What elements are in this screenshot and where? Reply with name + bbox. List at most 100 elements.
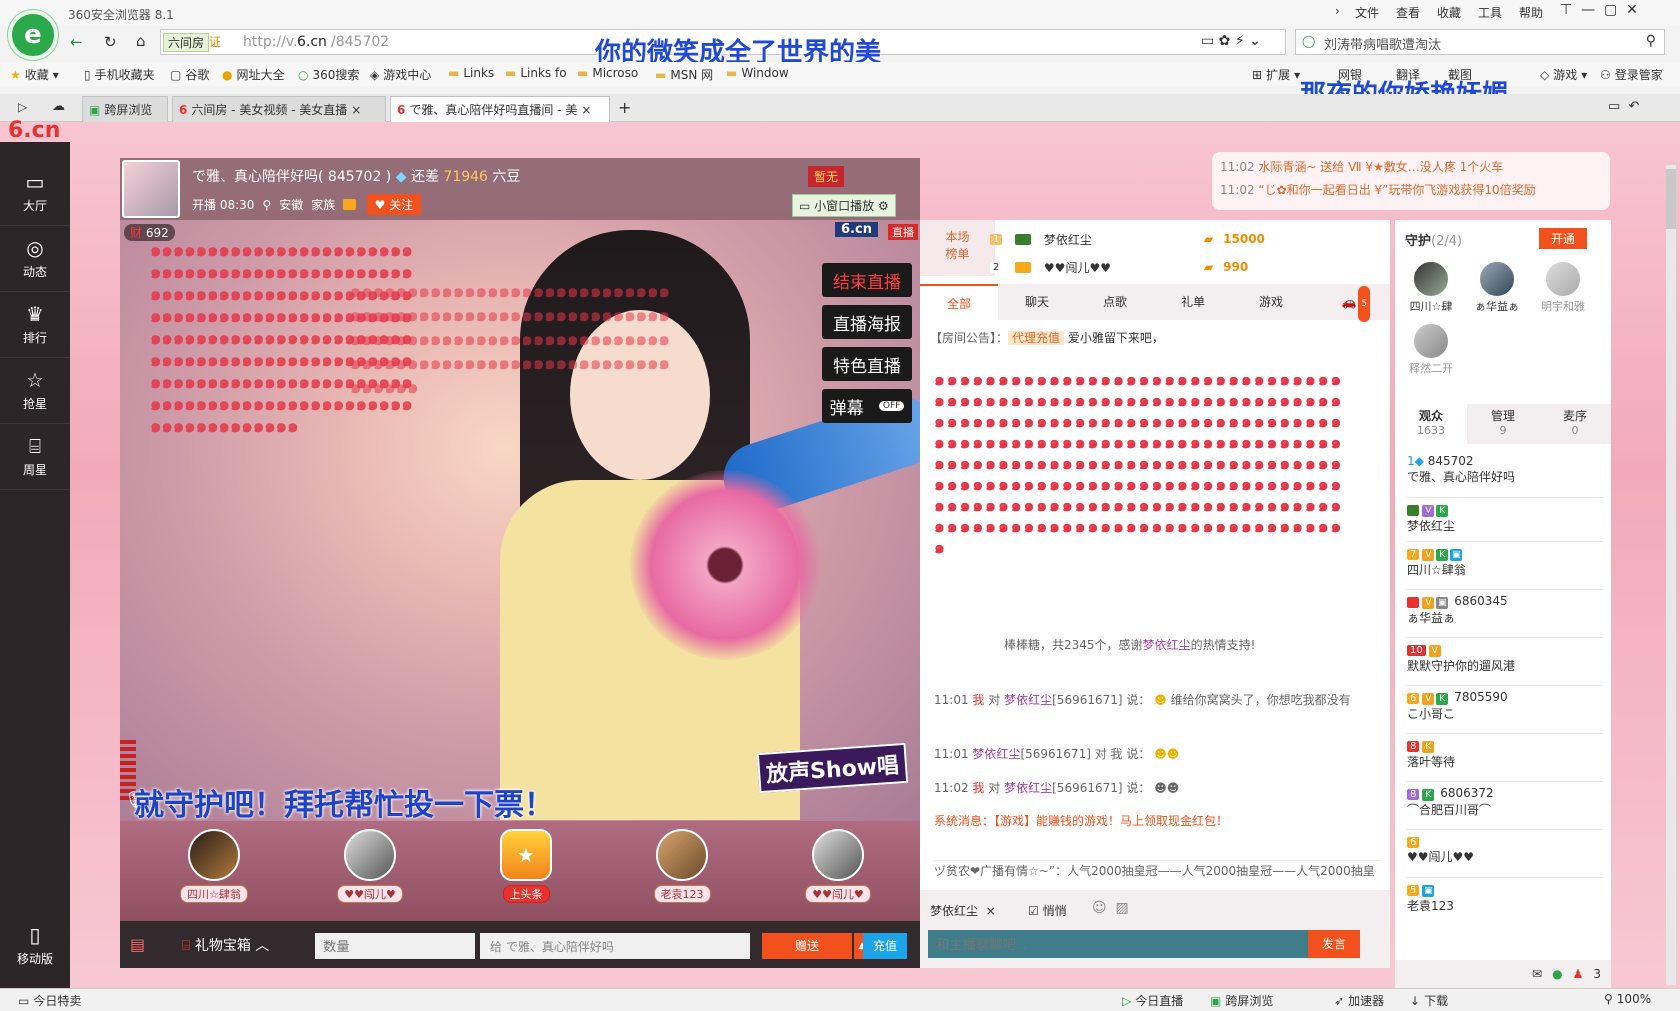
bookmark-window[interactable]: ▬ Window: [726, 66, 789, 80]
bookmark-links[interactable]: ▬ Links: [448, 66, 494, 80]
search-icon[interactable]: ⚲: [1646, 33, 1656, 49]
chat-me[interactable]: 我: [972, 781, 984, 795]
audience-item[interactable]: V ▣ 6860345 ぁ华益ぁ: [1407, 590, 1603, 638]
menu-view[interactable]: 查看: [1396, 4, 1420, 21]
chat-tab-songs[interactable]: 点歌: [1076, 284, 1154, 320]
today-sale[interactable]: ▭ 今日特卖: [18, 992, 81, 1009]
rank-tab[interactable]: 本场 榜单: [920, 220, 995, 276]
headline-slot[interactable]: ★ 上头条: [482, 829, 570, 917]
accelerator[interactable]: ➶ 加速器: [1334, 992, 1384, 1009]
rank-row[interactable]: 2 ♥♥闯儿♥♥ ▰ 990: [990, 255, 1380, 279]
guard-member[interactable]: ぁ华益ぁ: [1471, 260, 1523, 314]
audience-item[interactable]: 8 K 落叶等待: [1407, 734, 1603, 782]
audience-item[interactable]: 10 V 默默守护你的遛风港: [1407, 638, 1603, 686]
menu-tools[interactable]: 工具: [1478, 4, 1502, 21]
search-engine-icon[interactable]: ◯: [1302, 34, 1315, 48]
live-poster-button[interactable]: 直播海报: [822, 305, 912, 339]
zoom-level[interactable]: ⚲ 100%: [1604, 992, 1651, 1006]
chat-target[interactable]: 梦依红尘 ×: [930, 902, 996, 919]
gift-box-button[interactable]: ⌸ 礼物宝箱 ︿: [182, 935, 269, 955]
chat-tab-games[interactable]: 游戏: [1232, 284, 1310, 320]
close-icon[interactable]: ×: [351, 103, 361, 117]
audience-item[interactable]: 5 ▣ 老袁123: [1407, 878, 1603, 924]
audience-item[interactable]: 7 V K ▣ 四川☆肆翁: [1407, 542, 1603, 590]
special-live-button[interactable]: 特色直播: [822, 347, 912, 381]
tool-login[interactable]: ⚇ 登录管家: [1600, 66, 1663, 83]
guard-slot[interactable]: ♥♥闯儿♥: [794, 829, 882, 917]
gift-thanks-user[interactable]: 梦依红尘: [1143, 638, 1191, 652]
guard-slot[interactable]: ♥♥闯儿♥: [326, 829, 414, 917]
tab-crossscreen[interactable]: ▣ 跨屏浏览: [82, 96, 168, 122]
bookmark-mobile[interactable]: ▯ 手机收藏夹: [84, 66, 155, 83]
open-guard-button[interactable]: 开通: [1539, 228, 1588, 249]
guard-member[interactable]: 明宇和雅: [1537, 260, 1589, 314]
addr-tools-icon[interactable]: ▭ ✿ ⚡ ⌄: [1201, 33, 1261, 49]
scrollbar-thumb[interactable]: [1666, 169, 1676, 229]
emoji-picker-icon[interactable]: ☺ ▨: [1092, 900, 1129, 916]
follow-button[interactable]: ♥ 关注: [366, 194, 422, 215]
recharge-button[interactable]: 充值: [863, 933, 907, 959]
tab-sidebar-toggle-icon[interactable]: ▷: [18, 100, 27, 114]
chat-user[interactable]: 梦依红尘: [972, 747, 1020, 761]
bookmark-microso[interactable]: ▬ Microso: [577, 66, 638, 80]
host-avatar[interactable]: [122, 160, 180, 218]
notice-tag[interactable]: 代理充值: [1008, 331, 1065, 345]
chat-tab-chat[interactable]: 聊天: [998, 284, 1076, 320]
nav-feed[interactable]: ◎ 动态: [0, 226, 70, 292]
tool-game[interactable]: ◇ 游戏 ▾: [1540, 66, 1587, 83]
nav-grab-star[interactable]: ☆ 抢星: [0, 358, 70, 424]
tab-admin[interactable]: 管理 9: [1467, 404, 1539, 444]
tab-audience[interactable]: 观众 1633: [1395, 404, 1467, 444]
wallet-icon[interactable]: ▤: [130, 935, 145, 954]
mail-icon[interactable]: ✉: [1532, 967, 1542, 981]
nav-hall[interactable]: ▭ 大厅: [0, 160, 70, 226]
bookmark-favorites[interactable]: ★ 收藏 ▾: [10, 66, 59, 83]
guard-member[interactable]: 四川☆肆: [1405, 260, 1457, 314]
bookmark-nav[interactable]: ● 网址大全: [222, 66, 285, 83]
chat-send-button[interactable]: 发言: [1308, 930, 1360, 958]
cert-badge[interactable]: 证: [209, 33, 221, 50]
downloads[interactable]: ↓ 下载: [1410, 992, 1448, 1009]
menu-help[interactable]: 帮助: [1519, 4, 1543, 21]
audience-item[interactable]: 8K 6806372 ⌒合肥百川哥⌒: [1407, 782, 1603, 830]
page-scrollbar[interactable]: [1666, 165, 1676, 985]
send-gift-button[interactable]: 赠送: [762, 933, 852, 959]
cloud-icon[interactable]: ☁: [52, 99, 65, 114]
nav-rank[interactable]: ♛ 排行: [0, 292, 70, 358]
search-box[interactable]: ◯ 刘涛带病唱歌遭淘汰 ⚲: [1295, 29, 1665, 55]
window-controls[interactable]: ⊤ — ▢ ✕: [1560, 2, 1638, 18]
danmaku-switch[interactable]: OFF: [878, 401, 905, 411]
mini-window-button[interactable]: ▭ 小窗口播放 ⚙: [792, 194, 896, 217]
bookmark-360[interactable]: ○ 360搜索: [298, 66, 359, 83]
quiet-checkbox[interactable]: ☑ 悄悄: [1028, 902, 1067, 919]
gift-recipient-select[interactable]: 给 で雅、真心陪伴好吗: [480, 933, 750, 959]
menu-arrow-icon[interactable]: ›: [1335, 4, 1340, 18]
new-tab-button[interactable]: +: [618, 98, 631, 117]
chat-tab-gifts[interactable]: 礼单: [1154, 284, 1232, 320]
guard-slot[interactable]: 四川☆肆翁: [170, 829, 258, 917]
chat-tab-all[interactable]: 全部: [920, 284, 998, 320]
bookmark-linksfo[interactable]: ▬ Links fo: [505, 66, 567, 80]
audience-item[interactable]: 6VK 7805590 こ小哥こ: [1407, 686, 1603, 734]
bookmark-msn[interactable]: ▬ MSN 网: [655, 66, 713, 83]
check-icon[interactable]: ●: [1552, 967, 1562, 981]
menu-favorites[interactable]: 收藏: [1437, 4, 1461, 21]
tab-tools-icon[interactable]: ▭ ↶: [1608, 99, 1639, 114]
today-live[interactable]: ▷ 今日直播: [1122, 992, 1183, 1009]
chat-user[interactable]: 梦依红尘: [1004, 693, 1052, 707]
site-logo[interactable]: 6.cn: [8, 118, 60, 143]
guard-member[interactable]: 释然二开: [1405, 322, 1457, 376]
menu-file[interactable]: 文件: [1355, 4, 1379, 21]
nav-week-star[interactable]: ⌸ 周星: [0, 424, 70, 490]
gift-quantity-input[interactable]: [315, 933, 475, 959]
user-icon[interactable]: ♟: [1573, 967, 1584, 981]
tab-mic-queue[interactable]: 麦序 0: [1539, 404, 1611, 444]
close-icon[interactable]: ×: [986, 904, 996, 918]
tool-extensions[interactable]: ⊞ 扩展 ▾: [1252, 66, 1300, 83]
chat-me[interactable]: 我: [972, 693, 984, 707]
guard-slot[interactable]: 老袁123: [638, 829, 726, 917]
video-stream[interactable]: 财 692 6.cn 直播 ๑๑๑๑๑๑๑๑๑๑๑๑๑๑๑๑๑๑๑๑๑๑๑๑๑๑…: [120, 220, 920, 821]
close-icon[interactable]: ×: [581, 103, 591, 117]
cross-screen[interactable]: ▣ 跨屏浏览: [1210, 992, 1273, 1009]
tab-6cn-home[interactable]: 6 六间房 - 美女视频 - 美女直播 ×: [172, 96, 386, 122]
